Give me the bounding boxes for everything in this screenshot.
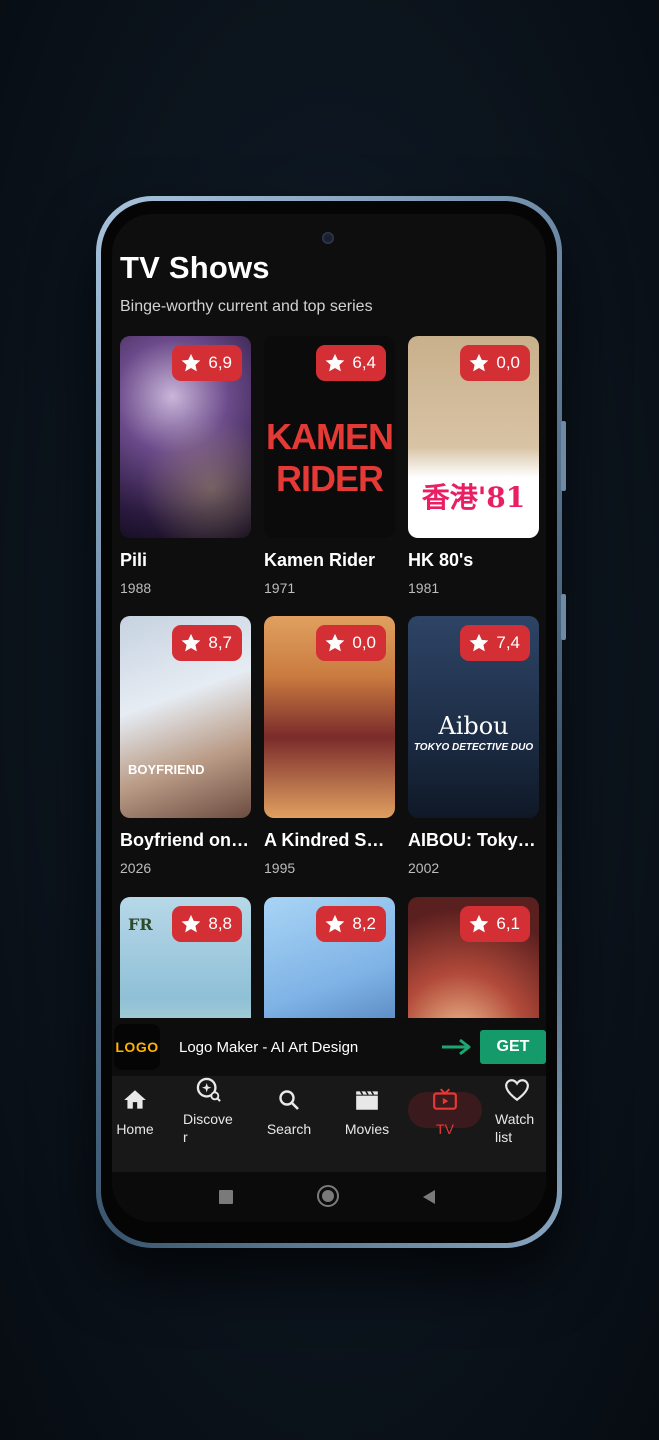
ad-logo: LOGO <box>114 1024 160 1070</box>
page-title: TV Shows <box>120 250 270 285</box>
show-title: Kamen Rider <box>264 550 376 570</box>
show-card[interactable]: 6,9 Pili 1988 <box>120 336 251 596</box>
rating-badge: 0,0 <box>460 345 530 381</box>
nav-discover[interactable]: Discover <box>174 1076 244 1146</box>
show-poster[interactable]: 香港'81 0,0 <box>408 336 539 538</box>
poster-text: 香港'81 <box>421 481 526 514</box>
rating-badge: 8,7 <box>172 625 242 661</box>
star-icon <box>470 633 489 652</box>
show-card[interactable]: FR 8,8 <box>120 897 251 1018</box>
page-subtitle: Binge-worthy current and top series <box>120 298 373 315</box>
show-poster[interactable]: 6,1 <box>408 897 539 1018</box>
shows-grid: 6,9 Pili 1988 KAMEN RIDER 6,4 Kamen Ride… <box>120 336 540 1018</box>
show-title: AIBOU: Tokyo Detective Duo <box>408 830 539 850</box>
show-card[interactable]: 香港'81 0,0 HK 80's 1981 <box>408 336 539 596</box>
show-card[interactable]: 8,2 <box>264 897 395 1018</box>
poster-text: Aibou <box>438 712 509 740</box>
bottom-nav: Home Discover Search Movies TV Watch lis… <box>112 1076 546 1172</box>
search-icon <box>275 1086 303 1114</box>
star-icon <box>470 914 489 933</box>
app-screen: TV Shows Binge-worthy current and top se… <box>112 214 546 1222</box>
star-icon <box>326 633 345 652</box>
rating-badge: 6,9 <box>172 345 242 381</box>
back-icon[interactable] <box>422 1189 436 1205</box>
nav-search[interactable]: Search <box>254 1086 324 1138</box>
front-camera <box>322 232 334 244</box>
poster-text: BOYFRIEND <box>128 762 205 777</box>
heart-icon <box>503 1076 531 1104</box>
arrow-right-icon <box>442 1038 471 1056</box>
star-icon <box>182 353 201 372</box>
tv-icon <box>431 1086 459 1114</box>
show-poster[interactable]: FR 8,8 <box>120 897 251 1018</box>
show-title: Pili <box>120 550 148 570</box>
recent-apps-button[interactable] <box>219 1190 233 1204</box>
home-system-button[interactable] <box>317 1185 339 1207</box>
rating-badge: 8,8 <box>172 906 242 942</box>
power-button <box>561 594 566 640</box>
show-year: 1995 <box>264 860 296 876</box>
star-icon <box>182 914 201 933</box>
home-icon <box>121 1086 149 1114</box>
show-card[interactable]: KAMEN RIDER 6,4 Kamen Rider 1971 <box>264 336 395 596</box>
show-card[interactable]: BOYFRIEND 8,7 Boyfriend on Demand 2026 <box>120 616 251 876</box>
show-poster[interactable]: 6,9 <box>120 336 251 538</box>
star-icon <box>326 914 345 933</box>
nav-movies[interactable]: Movies <box>332 1086 402 1138</box>
ad-banner[interactable]: LOGO Logo Maker - AI Art Design GET <box>112 1018 546 1076</box>
nav-tv[interactable]: TV <box>410 1086 480 1138</box>
show-year: 2002 <box>408 860 440 876</box>
show-poster[interactable]: 0,0 <box>264 616 395 818</box>
rating-badge: 6,4 <box>316 345 386 381</box>
show-year: 1981 <box>408 580 440 596</box>
show-card[interactable]: Aibou TOKYO DETECTIVE DUO 7,4 AIBOU: Tok… <box>408 616 539 876</box>
movies-icon <box>353 1086 381 1114</box>
show-title: A Kindred Spirit <box>264 830 395 850</box>
rating-badge: 6,1 <box>460 906 530 942</box>
show-title: HK 80's <box>408 550 474 570</box>
show-year: 1988 <box>120 580 152 596</box>
poster-text: TOKYO DETECTIVE DUO <box>413 742 534 753</box>
discover-icon <box>195 1076 223 1104</box>
volume-button <box>561 421 566 491</box>
system-nav-bar <box>112 1172 546 1222</box>
rating-badge: 7,4 <box>460 625 530 661</box>
show-poster[interactable]: BOYFRIEND 8,7 <box>120 616 251 818</box>
show-poster[interactable]: KAMEN RIDER 6,4 <box>264 336 395 538</box>
rating-badge: 8,2 <box>316 906 386 942</box>
show-poster[interactable]: Aibou TOKYO DETECTIVE DUO 7,4 <box>408 616 539 818</box>
poster-text: RIDER <box>275 458 384 499</box>
nav-watchlist[interactable]: Watch list <box>482 1076 546 1146</box>
ad-title: Logo Maker - AI Art Design <box>179 1038 359 1056</box>
show-card[interactable]: 0,0 A Kindred Spirit 1995 <box>264 616 395 876</box>
poster-text: KAMEN <box>266 416 394 457</box>
show-title: Boyfriend on Demand <box>120 830 251 850</box>
star-icon <box>470 353 489 372</box>
rating-badge: 0,0 <box>316 625 386 661</box>
star-icon <box>182 633 201 652</box>
nav-home[interactable]: Home <box>112 1086 170 1138</box>
poster-text: FR <box>128 915 153 934</box>
show-year: 1971 <box>264 580 296 596</box>
star-icon <box>326 353 345 372</box>
show-card[interactable]: 6,1 <box>408 897 539 1018</box>
show-poster[interactable]: 8,2 <box>264 897 395 1018</box>
show-year: 2026 <box>120 860 152 876</box>
ad-get-button[interactable]: GET <box>480 1030 546 1064</box>
